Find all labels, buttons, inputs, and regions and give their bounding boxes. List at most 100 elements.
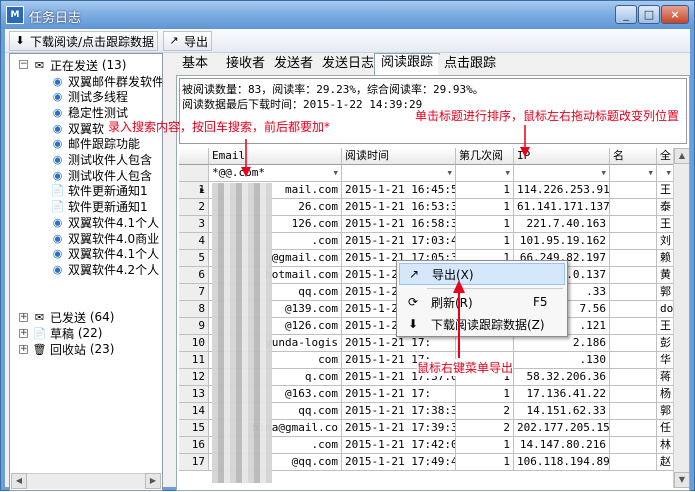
tree-node-task[interactable]: ◉ 双翼软件4.0商业 bbox=[50, 230, 159, 246]
tree-node-task[interactable]: ◉ 测试多线程 bbox=[50, 89, 128, 105]
column-header-count[interactable]: 第几次阅 bbox=[456, 148, 514, 165]
expand-toggle[interactable]: + bbox=[19, 345, 28, 354]
name-cell[interactable] bbox=[610, 216, 657, 233]
dropdown-arrow-icon[interactable]: ▾ bbox=[600, 165, 607, 181]
tab-1[interactable]: 接收者 bbox=[220, 55, 272, 75]
read-time-cell[interactable]: 2015-1-21 17:03:41 bbox=[342, 233, 456, 250]
read-time-cell[interactable]: 2015-1-21 16:58:33 bbox=[342, 216, 456, 233]
ip-cell[interactable]: 106.118.194.89 bbox=[514, 454, 610, 471]
name-cell[interactable] bbox=[610, 352, 657, 369]
read-time-cell[interactable]: 2015-1-21 16:45:55 bbox=[342, 182, 456, 199]
title-bar[interactable]: M 任务日志 _ □ × bbox=[1, 1, 694, 29]
ip-cell[interactable]: 58.32.206.36 bbox=[514, 369, 610, 386]
name-cell[interactable] bbox=[610, 420, 657, 437]
read-time-cell[interactable]: 2015-1-21 17: bbox=[342, 386, 456, 403]
minimize-button[interactable]: _ bbox=[615, 5, 637, 24]
name-cell[interactable] bbox=[610, 250, 657, 267]
name-cell[interactable] bbox=[610, 335, 657, 352]
column-header-email[interactable]: Email bbox=[209, 148, 342, 165]
ip-cell[interactable]: 114.226.253.91 bbox=[514, 182, 610, 199]
read-time-cell[interactable]: 2015-1-21 17:38:30 bbox=[342, 403, 456, 420]
close-button[interactable]: × bbox=[661, 5, 689, 24]
menu-item-refresh[interactable]: ⟳ 刷新(R) F5 bbox=[399, 291, 565, 313]
ip-cell[interactable]: 2.186 bbox=[514, 335, 610, 352]
horizontal-scrollbar[interactable]: ◀ ▶ bbox=[11, 473, 161, 489]
ip-cell[interactable]: 14.147.80.216 bbox=[514, 437, 610, 454]
ip-cell[interactable]: 202.177.205.158 bbox=[514, 420, 610, 437]
name-cell[interactable] bbox=[610, 369, 657, 386]
expand-toggle[interactable]: + bbox=[19, 313, 28, 322]
read-count-cell[interactable]: 2 bbox=[456, 403, 514, 420]
tab-0[interactable]: 基本 bbox=[176, 55, 215, 75]
read-time-cell[interactable]: 2015-1-21 17:42:06 bbox=[342, 437, 456, 454]
dropdown-arrow-icon[interactable]: ▾ bbox=[446, 165, 453, 181]
name-cell[interactable] bbox=[610, 454, 657, 471]
column-header-name[interactable]: 名 bbox=[610, 148, 657, 165]
export-button[interactable]: ↗ 导出 bbox=[163, 31, 213, 51]
name-cell[interactable] bbox=[610, 267, 657, 284]
read-time-cell[interactable]: 2015-1-21 16:53:39 bbox=[342, 199, 456, 216]
expand-toggle[interactable]: + bbox=[19, 329, 28, 338]
name-cell[interactable] bbox=[610, 182, 657, 199]
read-count-cell[interactable]: 1 bbox=[456, 199, 514, 216]
column-filter-input[interactable]: ▾ bbox=[342, 165, 456, 182]
tree-node-task[interactable]: ◉ 双翼软件4.1个人 bbox=[50, 214, 159, 230]
ip-cell[interactable]: .130 bbox=[514, 352, 610, 369]
dropdown-arrow-icon[interactable]: ▾ bbox=[665, 165, 672, 181]
tree-node-task[interactable]: ◉ 测试收件人包含 bbox=[50, 152, 152, 168]
name-cell[interactable] bbox=[610, 233, 657, 250]
tab-4[interactable]: 阅读跟踪 bbox=[374, 53, 441, 75]
column-header-time[interactable]: 阅读时间 bbox=[342, 148, 456, 165]
scroll-up-arrow-icon[interactable]: ▲ bbox=[674, 148, 689, 164]
column-filter-input[interactable]: ▾ bbox=[610, 165, 657, 182]
column-filter-input[interactable]: ▾ bbox=[514, 165, 610, 182]
name-cell[interactable] bbox=[610, 301, 657, 318]
tree-node-drafts[interactable]: 📄 草稿 (22) bbox=[32, 325, 103, 341]
read-time-cell[interactable]: 2015-1-21 17: bbox=[342, 335, 456, 352]
name-cell[interactable] bbox=[610, 284, 657, 301]
read-count-cell[interactable]: 1 bbox=[456, 182, 514, 199]
ip-cell[interactable]: 17.136.41.22 bbox=[514, 386, 610, 403]
tree-node-task[interactable]: ◉ 双翼软件4.1个人 bbox=[50, 246, 159, 262]
name-cell[interactable] bbox=[610, 199, 657, 216]
tree-node-task[interactable]: 📄 软件更新通知1 bbox=[50, 199, 148, 215]
read-time-cell[interactable]: 2015-1-21 17:39:36 bbox=[342, 420, 456, 437]
maximize-button[interactable]: □ bbox=[638, 5, 660, 24]
column-header-ip[interactable]: IP bbox=[514, 148, 610, 165]
ip-cell[interactable]: 14.151.62.33 bbox=[514, 403, 610, 420]
scroll-down-arrow-icon[interactable]: ▼ bbox=[674, 472, 689, 488]
tab-3[interactable]: 发送日志 bbox=[316, 55, 381, 75]
tree-node-sent[interactable]: ✉ 已发送 (64) bbox=[32, 309, 115, 325]
dropdown-arrow-icon[interactable]: ▾ bbox=[647, 165, 654, 181]
read-time-cell[interactable]: 2015-1-21 17:49:46 bbox=[342, 454, 456, 471]
scroll-left-arrow-icon[interactable]: ◀ bbox=[11, 473, 27, 489]
name-cell[interactable] bbox=[610, 386, 657, 403]
collapse-toggle[interactable]: − bbox=[19, 60, 28, 69]
tree-node-task[interactable]: ◉ 双翼邮件群发软件 bbox=[50, 73, 162, 89]
tree-node-sending[interactable]: ✉ 正在发送 (13) bbox=[32, 57, 127, 73]
read-count-cell[interactable]: 1 bbox=[456, 216, 514, 233]
download-tracking-button[interactable]: ⬇ 下载阅读/点击跟踪数据 bbox=[9, 31, 159, 51]
name-cell[interactable] bbox=[610, 403, 657, 420]
tree-node-task[interactable]: ◉ 双翼软 bbox=[50, 120, 104, 136]
email-filter-input[interactable]: *@@.com* ▾ bbox=[209, 165, 342, 182]
menu-item-download[interactable]: ⬇ 下载阅读跟踪数据(Z) bbox=[399, 313, 565, 335]
ip-cell[interactable]: 221.7.40.163 bbox=[514, 216, 610, 233]
dropdown-arrow-icon[interactable]: ▾ bbox=[332, 165, 339, 181]
tree-node-task[interactable]: ◉ 测试收件人包含 bbox=[50, 167, 152, 183]
tab-5[interactable]: 点击跟踪 bbox=[438, 55, 503, 75]
read-count-cell[interactable]: 1 bbox=[456, 233, 514, 250]
name-cell[interactable] bbox=[610, 318, 657, 335]
tab-2[interactable]: 发送者 bbox=[268, 55, 320, 75]
ip-cell[interactable]: 101.95.19.162 bbox=[514, 233, 610, 250]
read-count-cell[interactable] bbox=[456, 335, 514, 352]
dropdown-arrow-icon[interactable]: ▾ bbox=[504, 165, 511, 181]
ip-cell[interactable]: 61.141.171.137 bbox=[514, 199, 610, 216]
tree-node-task[interactable]: ◉ 邮件跟踪功能 bbox=[50, 136, 140, 152]
read-count-cell[interactable]: 2 bbox=[456, 420, 514, 437]
column-filter-input[interactable]: ▾ bbox=[456, 165, 514, 182]
tree-node-recycle[interactable]: 🗑 回收站 (23) bbox=[32, 341, 115, 357]
name-cell[interactable] bbox=[610, 437, 657, 454]
tree-node-task[interactable]: ◉ 双翼软件4.2个人 bbox=[50, 261, 159, 277]
read-count-cell[interactable]: 1 bbox=[456, 437, 514, 454]
